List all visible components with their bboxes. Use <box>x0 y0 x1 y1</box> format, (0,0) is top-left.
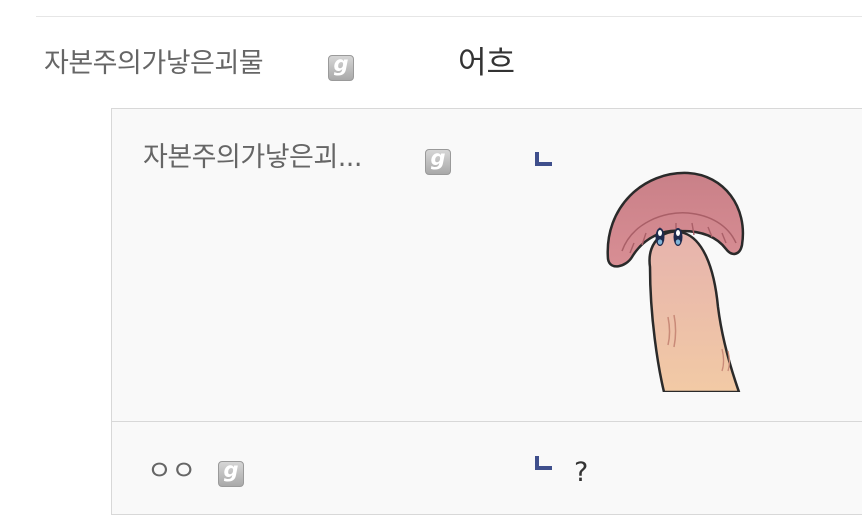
reply-text: ? <box>574 457 589 488</box>
comment: 자본주의가낳은괴물 어흐 <box>0 40 862 94</box>
reply-nickname[interactable]: ㅇㅇ <box>147 452 196 492</box>
gallog-icon[interactable] <box>218 458 244 487</box>
comment-text: 어흐 <box>458 45 516 81</box>
reply-divider <box>112 421 862 422</box>
reply-arrow-icon <box>535 152 552 166</box>
reply-nickname[interactable]: 자본주의가낳은괴... <box>143 138 362 178</box>
gallog-icon[interactable] <box>328 52 354 81</box>
comment-nickname[interactable]: 자본주의가낳은괴물 <box>44 44 264 84</box>
reply-arrow-icon <box>535 456 552 470</box>
top-divider <box>36 16 862 17</box>
gallog-icon[interactable] <box>425 146 451 175</box>
mushroom-finger-sticker <box>606 171 745 392</box>
reply-list: 자본주의가낳은괴... g ㅇㅇ g ? <box>111 108 862 515</box>
